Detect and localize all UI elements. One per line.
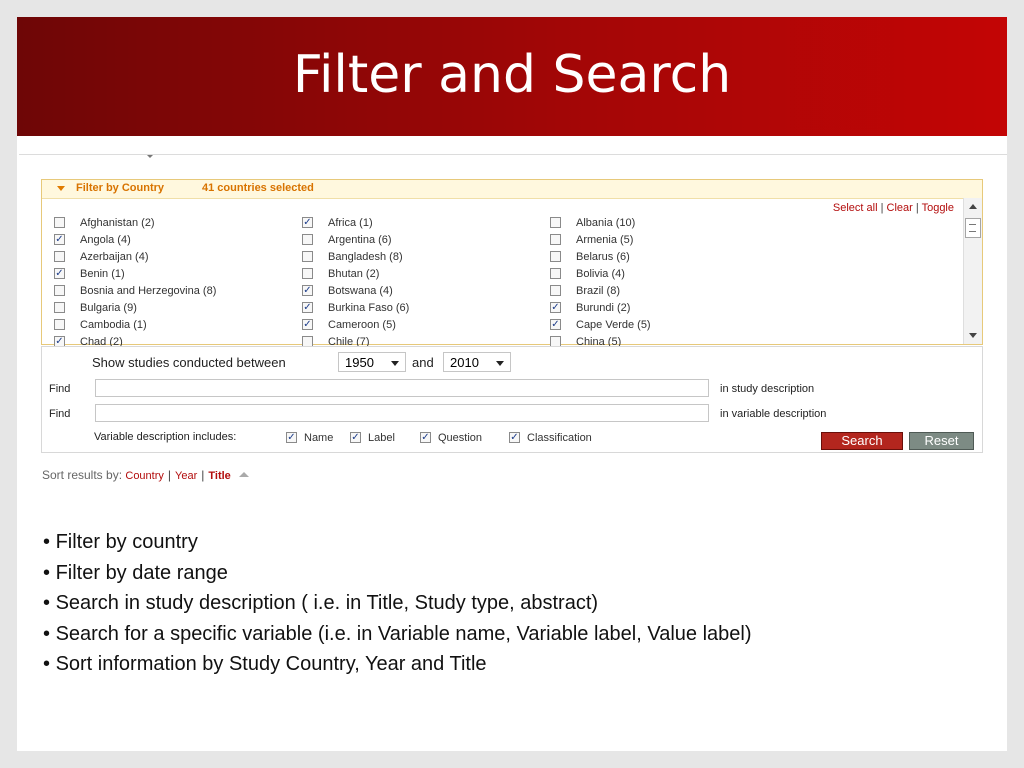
country-label: Bosnia and Herzegovina (8) xyxy=(80,285,217,297)
country-filter-panel: Filter by Country 41 countries selected … xyxy=(41,179,983,348)
study-description-label: in study description xyxy=(720,383,815,395)
country-label: Azerbaijan (4) xyxy=(80,251,149,263)
country-label: Brazil (8) xyxy=(576,285,621,297)
country-checkbox[interactable] xyxy=(302,319,313,330)
country-checkbox[interactable] xyxy=(54,251,65,262)
reset-button[interactable]: Reset xyxy=(909,432,974,450)
country-checkbox[interactable] xyxy=(302,217,313,228)
country-checkbox[interactable] xyxy=(550,217,561,228)
selected-count: 41 countries selected xyxy=(202,182,314,194)
search-button[interactable]: Search xyxy=(821,432,903,450)
sort-by-year[interactable]: Year xyxy=(175,470,197,482)
scroll-up-icon[interactable] xyxy=(969,204,977,209)
include-checkbox[interactable] xyxy=(509,432,520,443)
country-checkbox[interactable] xyxy=(302,268,313,279)
app-screenshot: Filter by Country 41 countries selected … xyxy=(19,154,1007,488)
country-label: Bolivia (4) xyxy=(576,268,625,280)
country-label: Angola (4) xyxy=(80,234,131,246)
country-checkbox[interactable] xyxy=(302,251,313,262)
country-checkbox[interactable] xyxy=(54,285,65,296)
slide-title: Filter and Search xyxy=(292,45,732,105)
country-checkbox[interactable] xyxy=(302,234,313,245)
country-checkbox[interactable] xyxy=(302,285,313,296)
feature-item: Filter by country xyxy=(43,527,751,558)
dropdown-indicator-icon xyxy=(145,155,155,158)
to-year-select[interactable]: 2010 xyxy=(443,352,511,372)
scroll-thumb[interactable] xyxy=(965,218,981,238)
include-checkbox[interactable] xyxy=(420,432,431,443)
country-checkbox[interactable] xyxy=(550,302,561,313)
scroll-down-icon[interactable] xyxy=(969,333,977,338)
select-all-link[interactable]: Select all xyxy=(833,202,878,214)
study-description-input[interactable] xyxy=(95,379,709,397)
include-checkbox[interactable] xyxy=(350,432,361,443)
country-checkbox[interactable] xyxy=(550,319,561,330)
date-range-label: Show studies conducted between xyxy=(92,355,286,370)
feature-item: Sort information by Study Country, Year … xyxy=(43,649,751,680)
clear-link[interactable]: Clear xyxy=(887,202,913,214)
feature-item: Filter by date range xyxy=(43,558,751,589)
country-checkbox[interactable] xyxy=(54,217,65,228)
sort-bar: Sort results by: Country | Year | Title xyxy=(42,468,250,482)
sort-by-title[interactable]: Title xyxy=(208,470,230,482)
country-label: Burkina Faso (6) xyxy=(328,302,410,314)
title-bar: Filter and Search xyxy=(17,17,1007,136)
from-year-value: 1950 xyxy=(345,355,374,370)
country-list-scrollbar[interactable] xyxy=(963,198,982,344)
find-variable-label: Find xyxy=(49,408,71,420)
slide: Filter and Search Filter by Country 41 c… xyxy=(17,17,1007,751)
feature-item: Search for a specific variable (i.e. in … xyxy=(43,619,752,650)
to-year-value: 2010 xyxy=(450,355,479,370)
include-label: Name xyxy=(304,432,334,444)
country-label: Argentina (6) xyxy=(328,234,392,246)
filter-header[interactable]: Filter by Country 41 countries selected xyxy=(42,180,982,199)
country-checkbox[interactable] xyxy=(54,302,65,313)
chevron-down-icon xyxy=(391,361,399,366)
sort-by-country[interactable]: Country xyxy=(125,470,164,482)
variable-description-label: in variable description xyxy=(720,408,827,420)
include-label: Classification xyxy=(527,432,592,444)
chevron-down-icon xyxy=(496,361,504,366)
include-label: Question xyxy=(438,432,483,444)
collapse-arrow-icon[interactable] xyxy=(57,186,65,191)
feature-list: Filter by country Filter by date range S… xyxy=(43,527,752,680)
find-study-label: Find xyxy=(49,383,71,395)
sort-ascending-icon[interactable] xyxy=(239,472,250,477)
filter-heading[interactable]: Filter by Country xyxy=(76,182,164,194)
variable-description-input[interactable] xyxy=(95,404,709,422)
country-checkbox[interactable] xyxy=(302,302,313,313)
country-checkbox[interactable] xyxy=(550,268,561,279)
country-checkbox[interactable] xyxy=(550,234,561,245)
country-label: Cameroon (5) xyxy=(328,319,396,331)
country-checkbox[interactable] xyxy=(54,268,65,279)
country-label: Afghanistan (2) xyxy=(80,217,155,229)
country-label: Africa (1) xyxy=(328,217,373,229)
country-label: Cape Verde (5) xyxy=(576,319,651,331)
toggle-link[interactable]: Toggle xyxy=(922,202,954,214)
country-checkbox[interactable] xyxy=(550,285,561,296)
country-label: Albania (10) xyxy=(576,217,636,229)
country-label: Bangladesh (8) xyxy=(328,251,403,263)
includes-label: Variable description includes: xyxy=(94,431,237,443)
country-checkbox[interactable] xyxy=(54,319,65,330)
include-checkbox[interactable] xyxy=(286,432,297,443)
country-label: Cambodia (1) xyxy=(80,319,147,331)
sort-label: Sort results by: xyxy=(42,468,123,482)
include-label: Label xyxy=(368,432,395,444)
country-label: Belarus (6) xyxy=(576,251,630,263)
selection-links: Select all | Clear | Toggle xyxy=(832,202,954,214)
country-label: Armenia (5) xyxy=(576,234,634,246)
country-label: Bulgaria (9) xyxy=(80,302,137,314)
search-panel: Show studies conducted between 1950 and … xyxy=(41,346,983,453)
country-label: Burundi (2) xyxy=(576,302,631,314)
country-label: Benin (1) xyxy=(80,268,125,280)
feature-item: Search in study description ( i.e. in Ti… xyxy=(43,588,751,619)
country-checkbox[interactable] xyxy=(54,234,65,245)
from-year-select[interactable]: 1950 xyxy=(338,352,406,372)
country-checkbox[interactable] xyxy=(550,251,561,262)
and-label: and xyxy=(412,355,434,370)
country-label: Bhutan (2) xyxy=(328,268,380,280)
country-label: Botswana (4) xyxy=(328,285,393,297)
